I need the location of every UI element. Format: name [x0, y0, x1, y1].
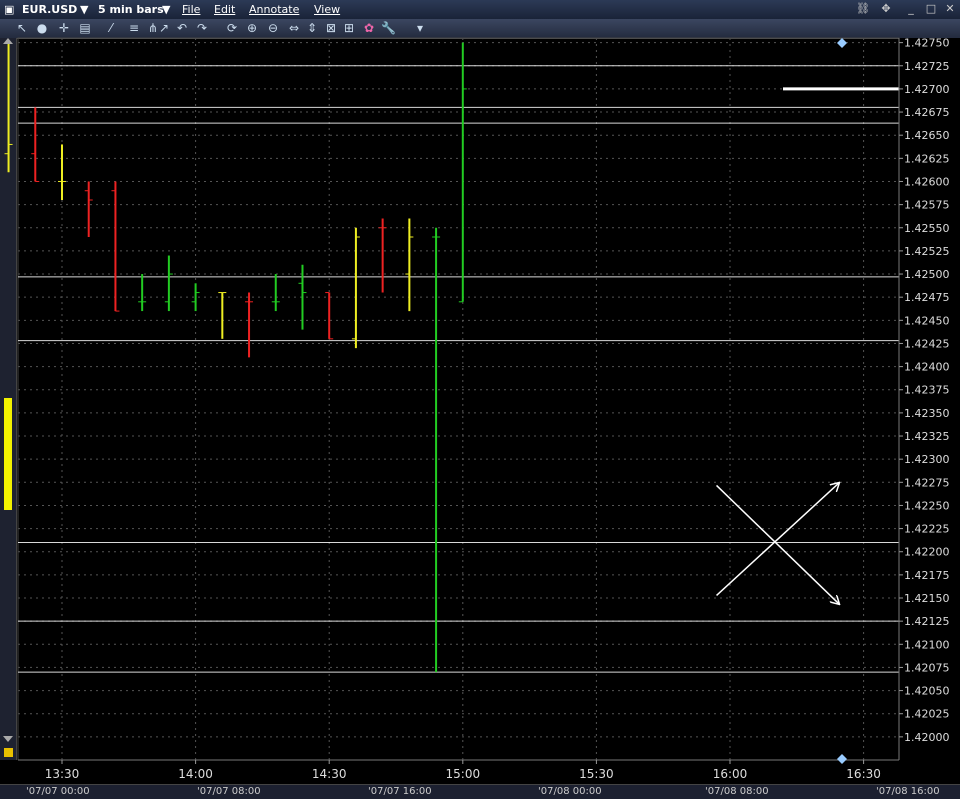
price-tick-label: 1.42200 [904, 546, 950, 559]
ohlc-bar [298, 264, 307, 330]
ohlc-bar [164, 255, 173, 312]
timeline-label: '07/08 08:00 [705, 786, 769, 797]
ohlc-bar [138, 274, 147, 312]
price-tick-label: 1.42475 [904, 291, 950, 304]
price-tick-label: 1.42000 [904, 731, 950, 744]
timeline-label: '07/07 08:00 [197, 786, 261, 797]
price-tick-label: 1.42700 [904, 83, 950, 96]
time-tick-label: 13:30 [45, 767, 80, 781]
ohlc-bar [111, 181, 120, 312]
ohlc-bar [405, 218, 414, 312]
timeline-label: '07/08 00:00 [538, 786, 602, 797]
time-tick-label: 15:00 [446, 767, 481, 781]
timeline-label: '07/08 16:00 [876, 786, 940, 797]
price-tick-label: 1.42300 [904, 453, 950, 466]
price-tick-label: 1.42125 [904, 615, 950, 628]
price-axis: 1.42750 1.42725 1.42700 1.42675 1.42650 1.426… [898, 37, 960, 760]
ohlc-bar [458, 42, 467, 303]
price-tick-label: 1.42225 [904, 523, 950, 536]
price-tick-label: 1.42625 [904, 152, 950, 165]
price-tick-label: 1.42250 [904, 499, 950, 512]
price-axis-bg [899, 38, 960, 760]
scroll-down-icon [3, 736, 13, 742]
ohlc-bar [4, 42, 13, 173]
price-bars [4, 42, 960, 673]
ohlc-bar [351, 227, 360, 349]
price-tick-label: 1.42500 [904, 268, 950, 281]
ohlc-bar [31, 107, 40, 182]
price-tick-label: 1.42050 [904, 685, 950, 698]
time-tick-label: 14:00 [178, 767, 213, 781]
horizontal-levels [18, 65, 899, 673]
ohlc-bar [84, 181, 93, 238]
time-tick-label: 15:30 [579, 767, 614, 781]
price-tick-label: 1.42450 [904, 314, 950, 327]
chart-grid [17, 37, 900, 761]
price-tick-label: 1.42675 [904, 106, 950, 119]
annotation-x-line [716, 482, 840, 597]
ohlc-bar [245, 292, 254, 358]
price-tick-label: 1.42425 [904, 337, 950, 350]
timeline-label: '07/07 00:00 [26, 786, 90, 797]
price-range-indicator [4, 398, 12, 510]
ohlc-bar [58, 144, 66, 200]
price-tick-label: 1.42725 [904, 60, 950, 73]
ohlc-bar [378, 218, 387, 293]
ohlc-chart[interactable]: 1.42750 1.42725 1.42700 1.42675 1.42650 1.426… [0, 0, 960, 798]
price-tick-label: 1.42150 [904, 592, 950, 605]
price-tick-label: 1.42175 [904, 569, 950, 582]
chart-decorations [3, 38, 847, 764]
lock-icon [4, 748, 13, 757]
time-axis: 13:3014:0014:3015:0015:3016:0016:3017:00… [0, 759, 960, 784]
price-tick-label: 1.42575 [904, 199, 950, 212]
time-tick-label: 16:00 [713, 767, 748, 781]
timeline-bar[interactable]: '07/07 00:00 '07/07 08:00 '07/07 16:00 '… [0, 784, 960, 799]
price-tick-label: 1.42275 [904, 476, 950, 489]
price-tick-label: 1.42350 [904, 407, 950, 420]
price-tick-label: 1.42400 [904, 361, 950, 374]
price-tick-label: 1.42650 [904, 129, 950, 142]
ohlc-bar [432, 227, 441, 673]
price-tick-label: 1.42325 [904, 430, 950, 443]
price-tick-label: 1.42550 [904, 222, 950, 235]
plot-frame [17, 37, 900, 761]
price-tick-label: 1.42525 [904, 245, 950, 258]
time-tick-label: 14:30 [312, 767, 347, 781]
ohlc-bar [325, 292, 334, 340]
scroll-up-icon [3, 38, 13, 44]
price-tick-label: 1.42750 [904, 37, 950, 50]
price-tick-label: 1.42100 [904, 638, 950, 651]
price-tick-label: 1.42600 [904, 175, 950, 188]
annotation-x-line [716, 484, 840, 604]
timeline-label: '07/07 16:00 [368, 786, 432, 797]
price-tick-label: 1.42075 [904, 661, 950, 674]
time-tick-label: 16:30 [846, 767, 881, 781]
ohlc-bar [271, 274, 280, 312]
price-tick-label: 1.42375 [904, 384, 950, 397]
marker-top-icon [837, 38, 847, 48]
ohlc-bar [218, 292, 227, 339]
price-tick-label: 1.42025 [904, 708, 950, 721]
